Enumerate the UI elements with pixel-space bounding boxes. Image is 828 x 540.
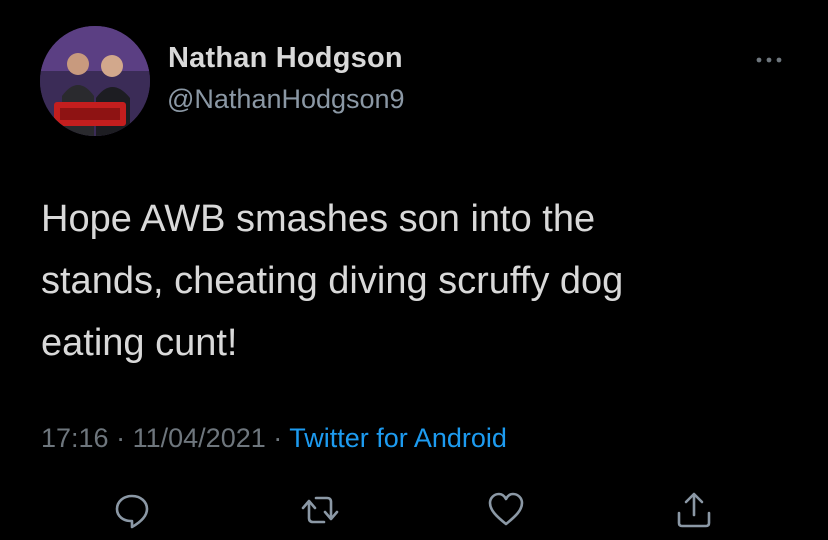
display-name[interactable]: Nathan Hodgson: [168, 42, 403, 75]
tweet-card: Nathan Hodgson @NathanHodgson9 Hope AWB …: [0, 0, 828, 540]
avatar[interactable]: [40, 26, 150, 136]
more-horizontal-icon[interactable]: [754, 52, 784, 68]
tweet-text-line: Hope AWB smashes son into the: [41, 198, 596, 240]
action-bar: [0, 490, 828, 534]
user-handle[interactable]: @NathanHodgson9: [167, 84, 405, 115]
retweet-icon[interactable]: [300, 490, 340, 530]
tweet-meta: 17:16 · 11/04/2021 · Twitter for Android: [41, 423, 507, 454]
tweet-text-line: eating cunt!: [41, 322, 238, 364]
tweet-date[interactable]: 11/04/2021: [133, 423, 266, 453]
tweet-source-link[interactable]: Twitter for Android: [289, 423, 507, 453]
meta-separator: ·: [273, 423, 283, 453]
share-icon[interactable]: [674, 490, 714, 530]
heart-icon[interactable]: [486, 490, 526, 530]
meta-separator: ·: [116, 423, 126, 453]
profile-photo-icon: [40, 26, 150, 136]
tweet-text-line: stands, cheating diving scruffy dog: [41, 260, 624, 302]
tweet-time[interactable]: 17:16: [41, 423, 109, 453]
tweet-text: Hope AWB smashes son into the stands, ch…: [41, 188, 801, 374]
reply-icon[interactable]: [112, 490, 152, 530]
